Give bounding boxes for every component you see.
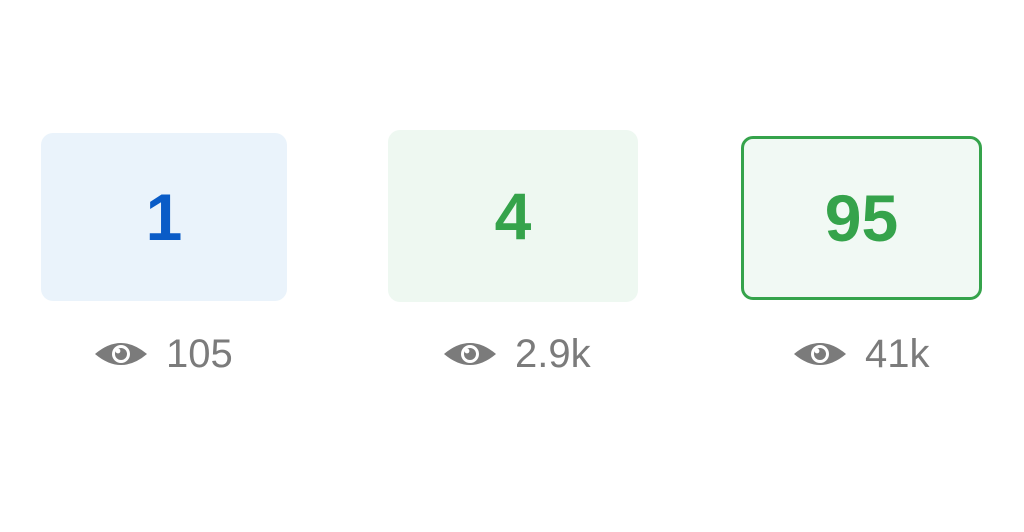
view-count-label: 41k	[865, 331, 930, 376]
view-count-label: 2.9k	[515, 331, 591, 376]
number-card-95-selected[interactable]: 95	[741, 136, 982, 300]
card-number: 1	[145, 180, 183, 254]
view-count-2: 2.9k	[442, 330, 591, 378]
card-number: 4	[494, 179, 532, 253]
view-count-label: 105	[166, 331, 233, 376]
eye-icon	[95, 343, 147, 365]
eye-icon	[794, 343, 846, 365]
number-card-4[interactable]: 4	[388, 130, 638, 302]
view-count-3: 41k	[792, 330, 930, 378]
eye-icon	[444, 343, 496, 365]
number-card-1[interactable]: 1	[41, 133, 287, 301]
view-count-1: 105	[93, 330, 233, 378]
card-number: 95	[824, 181, 899, 255]
